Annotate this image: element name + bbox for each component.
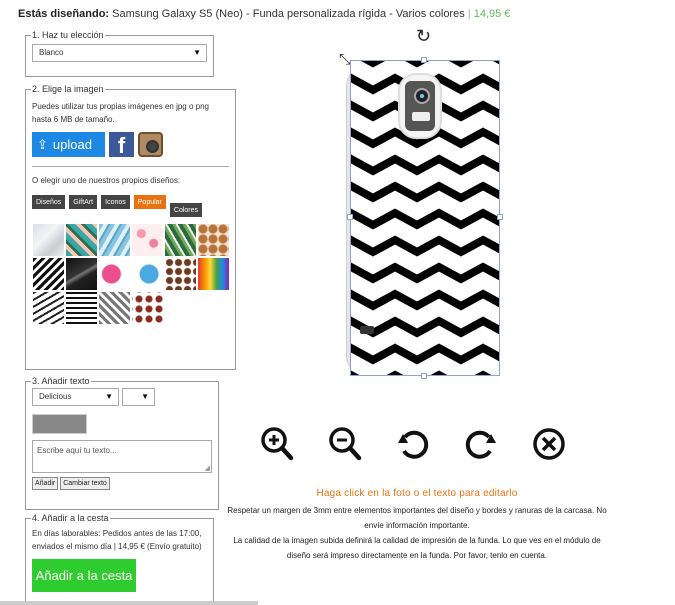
step3-panel: 3. Añadir texto Delicious ▼ ▼ Escribe aq…	[25, 376, 219, 510]
delete-icon	[533, 428, 565, 460]
change-text-button[interactable]: Cambiar texto	[60, 477, 110, 490]
selection-handle[interactable]	[347, 214, 353, 220]
rotate-right-icon	[465, 430, 496, 459]
rotate-handle-icon[interactable]: ↻	[416, 27, 431, 45]
tab-giftart[interactable]: GiftArt	[69, 195, 98, 209]
margin-info: Respetar un margen de 3mm entre elemento…	[227, 506, 607, 530]
camera-lens-icon	[414, 88, 430, 104]
phone-preview	[337, 56, 503, 380]
text-buttons: Añadir Cambiar texto	[32, 477, 212, 490]
header-label: Estás diseñando:	[18, 8, 110, 20]
design-thumbnail-black-marble[interactable]	[66, 258, 97, 290]
speaker-icon	[360, 326, 374, 334]
tab-disenos[interactable]: Diseños	[32, 195, 66, 209]
facebook-letter: f	[117, 133, 126, 158]
design-thumbnails	[33, 224, 229, 324]
editor-hints: Haga click en la foto o el texto para ed…	[222, 488, 612, 563]
selection-handle[interactable]	[421, 373, 427, 379]
category-tabs: Diseños GiftArt Iconos Popular Colores	[32, 195, 229, 217]
text-color-picker[interactable]	[32, 414, 87, 434]
product-price: 14,95 €	[473, 8, 511, 20]
upload-label: upload	[52, 137, 92, 152]
design-thumbnail-pink-heart[interactable]	[99, 258, 130, 290]
font-row: Delicious ▼ ▼	[32, 388, 212, 406]
upload-icon: ⇪	[37, 136, 48, 152]
step2-panel: 2. Elige la imagen Puedes utilizar tus p…	[25, 84, 236, 370]
tab-iconos[interactable]: Iconos	[101, 195, 130, 209]
rotate-right-button[interactable]	[464, 425, 498, 463]
design-thumbnail-grey-chevron[interactable]	[99, 292, 130, 324]
design-thumbnail-blue-marble[interactable]	[99, 224, 130, 256]
step4-panel: 4. Añadir a la cesta En días laborables:…	[25, 513, 214, 605]
text-input[interactable]: Escribe aquí tu texto... ◢	[32, 440, 212, 473]
design-thumbnail-coffee-beans[interactable]	[165, 258, 196, 290]
instagram-icon[interactable]	[138, 132, 163, 157]
tab-colores[interactable]: Colores	[169, 203, 203, 217]
step3-legend: 3. Añadir texto	[32, 376, 90, 386]
camera-cutout	[398, 73, 442, 139]
upload-instructions: Puedes utilizar tus propias imágenes en …	[32, 102, 209, 124]
design-thumbnail-blue-heart[interactable]	[132, 258, 163, 290]
step2-legend: 2. Elige la imagen	[32, 84, 104, 94]
header-separator: |	[467, 8, 471, 20]
facebook-icon[interactable]: f	[109, 132, 134, 157]
upload-button[interactable]: ⇪ upload	[32, 132, 105, 157]
upload-row: ⇪ upload f	[32, 132, 229, 157]
camera-module	[405, 81, 435, 131]
design-thumbnail-flamingo[interactable]	[132, 224, 163, 256]
font-select[interactable]: Delicious ▼	[32, 388, 119, 406]
divider	[32, 166, 229, 167]
design-thumbnail-chevron[interactable]	[33, 258, 64, 290]
color-select[interactable]: Blanco ▼	[32, 44, 207, 62]
zoom-out-icon	[329, 427, 362, 461]
size-select[interactable]: ▼	[122, 388, 155, 406]
chevron-down-icon: ▼	[193, 48, 201, 57]
selection-handle[interactable]	[497, 214, 503, 220]
design-thumbnail-gingerbread[interactable]	[198, 224, 229, 256]
step4-legend: 4. Añadir a la cesta	[32, 513, 109, 523]
zoom-in-icon	[261, 427, 294, 461]
color-select-value: Blanco	[39, 48, 64, 57]
step1-legend: 1. Haz tu elección	[32, 30, 104, 40]
rotate-left-button[interactable]	[396, 425, 430, 463]
rotate-left-icon	[398, 430, 429, 459]
tab-popular[interactable]: Popular	[133, 195, 166, 209]
delete-button[interactable]	[532, 425, 566, 463]
horizontal-scrollbar[interactable]	[0, 601, 258, 605]
click-hint: Haga click en la foto o el texto para ed…	[316, 488, 518, 499]
chevron-down-icon: ▼	[141, 392, 149, 401]
add-to-cart-button[interactable]: Añadir a la cesta	[32, 559, 136, 592]
step1-panel: 1. Haz tu elección Blanco ▼	[25, 30, 214, 77]
editor-toolbar	[260, 425, 566, 463]
font-select-value: Delicious	[39, 392, 72, 401]
resize-grip-icon[interactable]: ◢	[205, 464, 210, 472]
design-thumbnail-stripes[interactable]	[66, 292, 97, 324]
design-thumbnail-lips[interactable]	[132, 292, 163, 324]
designs-intro: O elegir uno de nuestros propios diseños…	[32, 176, 181, 185]
design-thumbnail-zigzag[interactable]	[33, 292, 64, 324]
design-header: Estás diseñando: Samsung Galaxy S5 (Neo)…	[18, 8, 510, 20]
quality-info: La calidad de la imagen subida definirá …	[233, 536, 601, 560]
design-thumbnail-pineapple[interactable]	[66, 224, 97, 256]
product-name: Samsung Galaxy S5 (Neo) - Funda personal…	[112, 8, 465, 20]
design-thumbnail-marble[interactable]	[33, 224, 64, 256]
delivery-info: En días laborables: Pedidos antes de las…	[32, 529, 202, 551]
zoom-in-button[interactable]	[260, 425, 294, 463]
design-thumbnail-palm-leaves[interactable]	[165, 224, 196, 256]
selection-handle[interactable]	[421, 57, 427, 63]
design-thumbnail-rainbow-paint[interactable]	[198, 258, 229, 290]
text-input-placeholder: Escribe aquí tu texto...	[37, 446, 117, 455]
zoom-out-button[interactable]	[328, 425, 362, 463]
flash-icon	[412, 112, 430, 121]
add-text-button[interactable]: Añadir	[32, 477, 59, 490]
chevron-down-icon: ▼	[105, 392, 113, 401]
